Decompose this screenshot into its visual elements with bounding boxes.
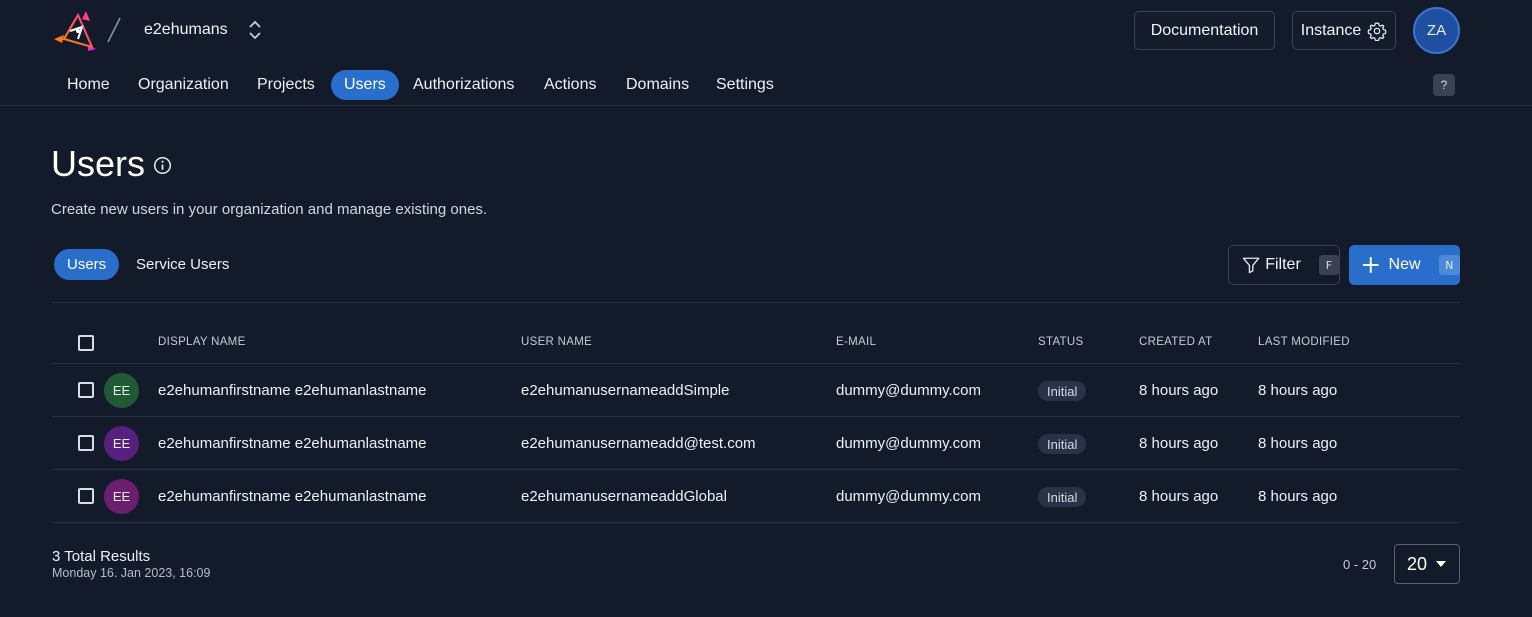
page-description: Create new users in your organization an… [51, 201, 488, 218]
display-name-cell: e2ehumanfirstname e2ehumanlastname [158, 488, 427, 505]
total-results: 3 Total Results [52, 548, 151, 565]
tab-label: Users [67, 256, 107, 273]
created-at-cell: 8 hours ago [1139, 488, 1219, 505]
zitadel-logo-icon[interactable] [52, 9, 96, 51]
nav-label: Users [344, 76, 386, 93]
documentation-label: Documentation [1150, 21, 1259, 39]
column-header-email[interactable]: E-MAIL [836, 336, 876, 348]
status-badge: Initial [1038, 381, 1087, 401]
nav-item-organization[interactable]: Organization [125, 70, 242, 100]
column-header-display-name[interactable]: DISPLAY NAME [158, 336, 246, 348]
main-nav: Home Organization Projects Users Authori… [0, 66, 1532, 106]
org-name[interactable]: e2ehumans [144, 21, 228, 39]
nav-item-home[interactable]: Home [54, 70, 123, 100]
column-header-created-at[interactable]: CREATED AT [1139, 336, 1213, 348]
email-cell: dummy@dummy.com [836, 488, 981, 505]
nav-label: Authorizations [413, 76, 515, 93]
status-badge: Initial [1038, 434, 1087, 454]
user-name-cell: e2ehumanusernameaddSimple [521, 382, 730, 399]
new-shortcut-badge: N [1438, 255, 1460, 275]
row-checkbox[interactable] [78, 488, 94, 504]
tab-label: Service Users [136, 256, 230, 273]
tab-service-users[interactable]: Service Users [123, 249, 242, 280]
column-header-status[interactable]: STATUS [1038, 336, 1083, 348]
nav-label: Organization [138, 76, 229, 93]
help-label: ? [1440, 78, 1448, 92]
help-button[interactable]: ? [1433, 74, 1455, 96]
row-checkbox[interactable] [78, 435, 94, 451]
avatar-initials: EE [112, 383, 131, 398]
column-header-user-name[interactable]: USER NAME [521, 336, 592, 348]
email-cell: dummy@dummy.com [836, 382, 981, 399]
filter-shortcut-badge: F [1318, 255, 1339, 275]
user-initials: ZA [1426, 22, 1447, 39]
table-row[interactable]: EE e2ehumanfirstname e2ehumanlastname e2… [52, 470, 1460, 523]
avatar: EE [104, 426, 139, 461]
filter-icon [1242, 257, 1260, 274]
caret-down-icon [1436, 561, 1447, 567]
page-size-value: 20 [1407, 553, 1428, 574]
nav-item-domains[interactable]: Domains [613, 70, 702, 100]
display-name-cell: e2ehumanfirstname e2ehumanlastname [158, 435, 427, 452]
page-range: 0 - 20 [1343, 557, 1377, 572]
nav-item-projects[interactable]: Projects [244, 70, 328, 100]
table-header: DISPLAY NAME USER NAME E-MAIL STATUS CRE… [52, 320, 1460, 364]
nav-label: Home [67, 76, 110, 93]
new-label: New [1388, 256, 1421, 273]
avatar: EE [104, 479, 139, 514]
nav-label: Projects [257, 76, 315, 93]
nav-item-settings[interactable]: Settings [703, 70, 787, 100]
nav-item-authorizations[interactable]: Authorizations [400, 70, 527, 100]
last-modified-cell: 8 hours ago [1258, 488, 1338, 505]
nav-item-actions[interactable]: Actions [531, 70, 609, 100]
select-all-checkbox[interactable] [78, 335, 94, 351]
nav-label: Actions [544, 76, 597, 93]
new-user-button[interactable]: New N [1349, 245, 1460, 285]
breadcrumb-separator [107, 17, 121, 43]
top-bar: e2ehumans Documentation Instance ZA [0, 0, 1532, 60]
created-at-cell: 8 hours ago [1139, 382, 1219, 399]
divider [52, 302, 1460, 303]
page-title: Users [51, 143, 146, 184]
display-name-cell: e2ehumanfirstname e2ehumanlastname [158, 382, 427, 399]
avatar-initials: EE [112, 489, 131, 504]
nav-label: Domains [626, 76, 690, 93]
avatar: EE [104, 373, 139, 408]
page-size-select[interactable]: 20 [1394, 544, 1460, 584]
plus-icon [1362, 257, 1379, 273]
table-row[interactable]: EE e2ehumanfirstname e2ehumanlastname e2… [52, 364, 1460, 417]
timestamp: Monday 16. Jan 2023, 16:09 [52, 566, 211, 580]
email-cell: dummy@dummy.com [836, 435, 981, 452]
users-table: DISPLAY NAME USER NAME E-MAIL STATUS CRE… [52, 320, 1460, 523]
nav-label: Settings [716, 76, 774, 93]
filter-label: Filter [1265, 256, 1301, 273]
table-row[interactable]: EE e2ehumanfirstname e2ehumanlastname e2… [52, 417, 1460, 470]
column-header-last-modified[interactable]: LAST MODIFIED [1258, 336, 1350, 348]
chevron-up-down-icon[interactable] [246, 19, 264, 41]
instance-label: Instance [1300, 21, 1362, 39]
avatar-initials: EE [112, 436, 131, 451]
info-icon[interactable] [153, 156, 172, 175]
gear-icon [1367, 21, 1387, 41]
tab-users[interactable]: Users [54, 249, 120, 280]
last-modified-cell: 8 hours ago [1258, 382, 1338, 399]
user-name-cell: e2ehumanusernameaddGlobal [521, 488, 727, 505]
instance-button[interactable]: Instance [1292, 11, 1396, 50]
user-avatar[interactable]: ZA [1413, 7, 1460, 54]
created-at-cell: 8 hours ago [1139, 435, 1219, 452]
filter-button[interactable]: Filter F [1228, 245, 1340, 285]
user-name-cell: e2ehumanusernameadd@test.com [521, 435, 756, 452]
nav-item-users[interactable]: Users [331, 70, 399, 100]
status-badge: Initial [1038, 487, 1087, 507]
row-checkbox[interactable] [78, 382, 94, 398]
documentation-button[interactable]: Documentation [1134, 11, 1275, 50]
last-modified-cell: 8 hours ago [1258, 435, 1338, 452]
